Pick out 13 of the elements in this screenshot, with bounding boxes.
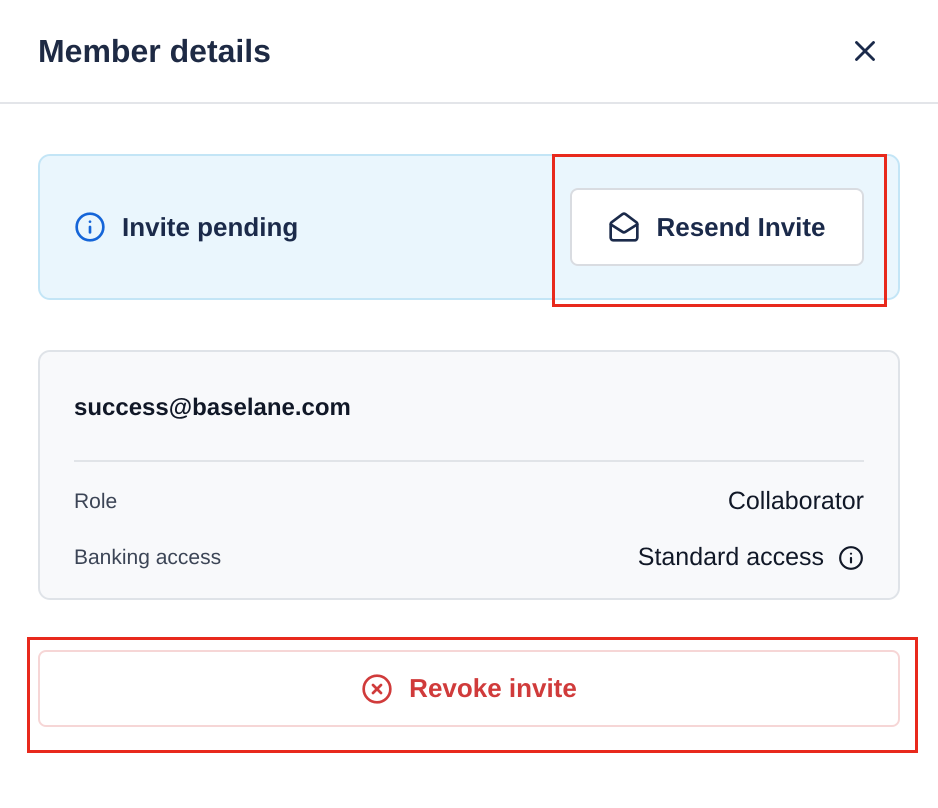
member-email: success@baselane.com [74,393,352,423]
info-icon[interactable] [838,545,864,571]
cancel-icon [361,672,394,704]
field-value: Collaborator [728,486,864,518]
window-title: Member details [38,32,271,71]
field-label: Role [74,489,118,516]
field-label: Banking access [74,545,222,572]
info-icon [74,211,106,243]
revoke-invite-button[interactable]: Revoke invite [38,650,900,727]
resend-invite-button[interactable]: Resend Invite [570,188,864,266]
field-value: Standard access [638,542,824,574]
envelope-icon [608,211,640,243]
status-label: Invite pending [122,210,298,244]
